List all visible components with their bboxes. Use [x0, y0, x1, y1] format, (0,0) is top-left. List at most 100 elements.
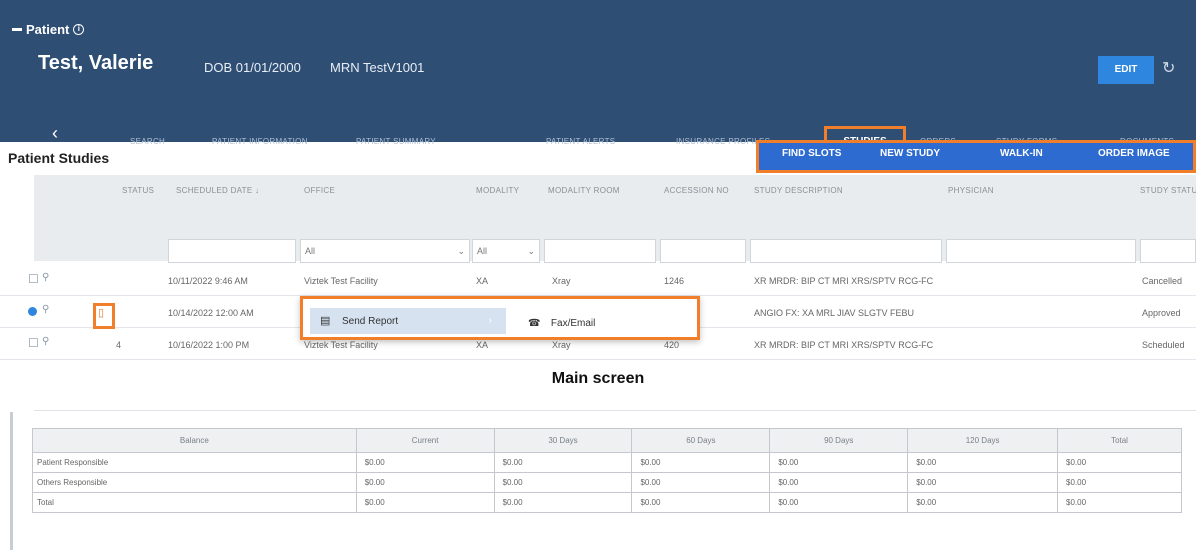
- find-slots-button[interactable]: FIND SLOTS: [782, 148, 841, 159]
- row-accession: 1246: [664, 276, 685, 286]
- cell-value: $0.00: [631, 492, 771, 513]
- physician-filter[interactable]: [946, 239, 1136, 263]
- row-scheduled-date: 10/16/2022 1:00 PM: [168, 340, 250, 350]
- row-description: XR MRDR: BIP CT MRI XRS/SPTV RCG-FC: [754, 340, 934, 350]
- table-row: Total $0.00 $0.00 $0.00 $0.00 $0.00 $0.0…: [32, 492, 1182, 513]
- cell-value: $0.00: [631, 472, 771, 493]
- row-status: Scheduled: [1142, 340, 1185, 350]
- checkbox-icon[interactable]: ☐: [28, 272, 39, 286]
- back-arrow-icon[interactable]: ‹: [52, 124, 58, 142]
- cell-value: $0.00: [631, 452, 771, 473]
- col-study-status[interactable]: STUDY STATUS: [1140, 186, 1196, 195]
- cell-value: $0.00: [493, 492, 633, 513]
- 90-days-header: 90 Days: [769, 428, 909, 453]
- row-description: XR MRDR: BIP CT MRI XRS/SPTV RCG-FC: [754, 276, 934, 286]
- patient-mrn: MRN TestV1001: [330, 60, 425, 75]
- cell-value: $0.00: [907, 452, 1059, 473]
- page-title: Patient Studies: [8, 150, 110, 166]
- study-status-filter[interactable]: [1140, 239, 1196, 263]
- info-icon[interactable]: i: [73, 24, 85, 35]
- cell-value: $0.00: [769, 472, 909, 493]
- col-status[interactable]: STATUS: [122, 186, 154, 195]
- checkbox-icon[interactable]: ☐: [28, 336, 39, 350]
- col-accession-no[interactable]: ACCESSION NO: [664, 186, 729, 195]
- tab-search[interactable]: SEARCH: [130, 137, 165, 146]
- tab-patient-summary[interactable]: PATIENT SUMMARY: [356, 137, 436, 146]
- link-icon[interactable]: ⚲: [42, 272, 49, 283]
- row-office: Viztek Test Facility: [304, 340, 378, 350]
- cell-value: $0.00: [1057, 492, 1182, 513]
- description-filter[interactable]: [750, 239, 942, 263]
- col-modality[interactable]: MODALITY: [476, 186, 519, 195]
- order-image-button[interactable]: ORDER IMAGE: [1098, 148, 1170, 159]
- send-report-label: Send Report: [342, 316, 399, 327]
- accession-filter[interactable]: [660, 239, 746, 263]
- fax-email-menu-item[interactable]: ☎ Fax/Email: [528, 313, 595, 331]
- col-office[interactable]: OFFICE: [304, 186, 335, 195]
- grid-header: [34, 175, 1196, 217]
- 30-days-header: 30 Days: [493, 428, 633, 453]
- row-label: Others Responsible: [32, 472, 357, 493]
- cell-value: $0.00: [907, 492, 1059, 513]
- row-number: 4: [116, 340, 122, 350]
- table-row: Others Responsible $0.00 $0.00 $0.00 $0.…: [32, 472, 1182, 493]
- send-report-menu-item[interactable]: ▤ Send Report ›: [310, 308, 506, 334]
- row-accession: 420: [664, 340, 680, 350]
- 60-days-header: 60 Days: [631, 428, 771, 453]
- cell-value: $0.00: [769, 452, 909, 473]
- link-icon[interactable]: ⚲: [42, 304, 49, 315]
- row-scheduled-date: 10/11/2022 9:46 AM: [168, 276, 248, 286]
- screen-caption: Main screen: [551, 370, 645, 387]
- row-description: ANGIO FX: XA MRL JIAV SLGTV FEBU: [754, 308, 915, 318]
- cell-value: $0.00: [355, 452, 495, 473]
- tab-patient-information[interactable]: PATIENT INFORMATION: [212, 137, 308, 146]
- link-icon[interactable]: ⚲: [42, 336, 49, 347]
- cell-value: $0.00: [769, 492, 909, 513]
- tab-patient-alerts[interactable]: PATIENT ALERTS: [546, 137, 615, 146]
- balance-header: Balance: [32, 428, 357, 453]
- edit-button[interactable]: EDIT: [1098, 56, 1154, 84]
- row-modality: XA: [476, 276, 489, 286]
- left-divider: [10, 412, 13, 550]
- refresh-icon[interactable]: ↻: [1162, 58, 1175, 78]
- selected-radio-icon[interactable]: [28, 307, 37, 316]
- office-filter-select[interactable]: All ⌄: [300, 239, 470, 263]
- fax-email-label: Fax/Email: [550, 318, 596, 329]
- patient-name: Test, Valerie: [38, 52, 154, 74]
- patient-tag-label: Patient: [26, 22, 70, 37]
- col-scheduled-date[interactable]: SCHEDULED DATE ↓: [176, 186, 259, 195]
- col-modality-room[interactable]: MODALITY ROOM: [548, 186, 620, 195]
- modality-room-filter[interactable]: [544, 239, 656, 263]
- divider: [34, 410, 1196, 411]
- patient-dob: DOB 01/01/2000: [204, 60, 301, 75]
- patient-tag[interactable]: Patient i: [12, 22, 85, 37]
- table-row: Patient Responsible $0.00 $0.00 $0.00 $0…: [32, 452, 1182, 473]
- cell-value: $0.00: [355, 492, 495, 513]
- report-icon[interactable]: ▯: [98, 306, 104, 319]
- total-header: Total: [1057, 428, 1182, 453]
- modality-filter-value: All: [477, 246, 488, 256]
- walk-in-button[interactable]: WALK-IN: [1000, 148, 1043, 159]
- row-label: Total: [32, 492, 357, 513]
- balance-header-row: Balance Current 30 Days 60 Days 90 Days …: [32, 428, 1182, 453]
- current-header: Current: [355, 428, 495, 453]
- col-physician[interactable]: PHYSICIAN: [948, 186, 994, 195]
- col-study-description[interactable]: STUDY DESCRIPTION: [754, 186, 843, 195]
- row-scheduled-date: 10/14/2022 12:00 AM: [168, 308, 254, 318]
- cell-value: $0.00: [493, 452, 633, 473]
- fax-icon: ☎: [528, 318, 541, 329]
- chevron-right-icon: ›: [488, 315, 492, 326]
- modality-filter-select[interactable]: All ⌄: [472, 239, 540, 263]
- row-status: Cancelled: [1142, 276, 1183, 286]
- cell-value: $0.00: [1057, 452, 1182, 473]
- row-label: Patient Responsible: [32, 452, 357, 473]
- new-study-button[interactable]: NEW STUDY: [880, 148, 940, 159]
- cell-value: $0.00: [1057, 472, 1182, 493]
- chevron-down-icon: ⌄: [527, 246, 535, 256]
- office-filter-value: All: [305, 246, 316, 256]
- 120-days-header: 120 Days: [907, 428, 1059, 453]
- collapse-icon[interactable]: [12, 28, 22, 31]
- cell-value: $0.00: [493, 472, 633, 493]
- document-icon: ▤: [320, 315, 331, 327]
- scheduled-date-filter[interactable]: [168, 239, 296, 263]
